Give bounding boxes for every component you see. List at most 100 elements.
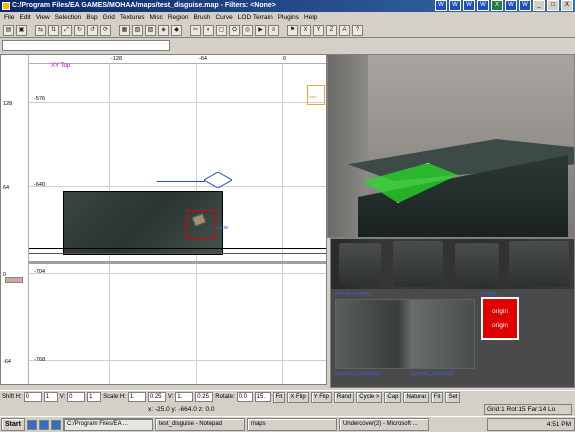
select-complete-icon[interactable]: ▦ (119, 24, 130, 36)
y-icon[interactable]: Y (313, 24, 324, 36)
office-app-icon[interactable]: W (477, 0, 489, 11)
model-entity[interactable] (187, 210, 215, 240)
brush-a-icon[interactable]: A (339, 24, 350, 36)
rotate-y-icon[interactable]: ↺ (87, 24, 98, 36)
rotate-z-icon[interactable]: ⟳ (100, 24, 111, 36)
clock[interactable]: 4:51 PM (547, 421, 571, 428)
start-button[interactable]: Start (1, 418, 25, 431)
filter-input[interactable] (2, 40, 170, 51)
csg-merge-icon[interactable]: ◆ (171, 24, 182, 36)
natural-button[interactable]: Natural (403, 391, 429, 403)
scale-v-input[interactable]: 1. (175, 392, 194, 402)
ruler-tick: -64 (3, 359, 11, 365)
rand-button[interactable]: Rand (333, 391, 355, 403)
menu-plugins[interactable]: Plugins (278, 12, 299, 23)
flip-z-icon[interactable]: ⤢ (61, 24, 72, 36)
flip-x-icon[interactable]: ⇆ (35, 24, 46, 36)
fit-button[interactable]: Fit (272, 391, 286, 403)
menu-view[interactable]: View (36, 12, 50, 23)
task-radiant[interactable]: C:/Program Files/EA ... (62, 418, 153, 431)
office-app-icon[interactable]: W (449, 0, 461, 11)
texture-thumb[interactable] (393, 241, 443, 287)
y-flip-button[interactable]: Y Flip (310, 391, 332, 403)
rotate-step-input[interactable]: 15. (254, 392, 271, 402)
save-icon[interactable]: ▣ (16, 24, 27, 36)
select-inside-icon[interactable]: ▨ (145, 24, 156, 36)
view-splitter[interactable] (29, 261, 326, 264)
scale-v-step-input[interactable]: 0.25 (195, 392, 214, 402)
model-entity-icon (191, 213, 207, 227)
task-maps[interactable]: maps (246, 418, 337, 431)
desktop-icon[interactable] (50, 419, 61, 430)
texture-row (331, 239, 574, 289)
menu-textures[interactable]: Textures (120, 12, 145, 23)
view-change-icon[interactable]: ◐ (203, 24, 214, 36)
office-app-icon[interactable]: W (519, 0, 531, 11)
y-value: -664.0 (178, 406, 197, 413)
light-entity[interactable]: light (307, 85, 325, 105)
help-icon[interactable]: ? (352, 24, 363, 36)
flip-y-icon[interactable]: ⇅ (48, 24, 59, 36)
scale-h-step-input[interactable]: 0.25 (147, 392, 166, 402)
outlook-icon[interactable] (38, 419, 49, 430)
minimize-icon[interactable]: _ (533, 0, 545, 11)
office-app-icon[interactable]: W (505, 0, 517, 11)
filter-icon[interactable]: ⚑ (287, 24, 298, 36)
rotate-input[interactable]: 0.0 (236, 392, 253, 402)
open-icon[interactable]: ▤ (3, 24, 14, 36)
texture-thumb[interactable] (455, 243, 499, 285)
texture-browser[interactable]: (officer_uniform) (origin) origin origin… (330, 238, 575, 388)
texture-thumb[interactable] (339, 243, 381, 285)
menu-file[interactable]: File (4, 12, 14, 23)
shift-h-input[interactable]: 0 (23, 392, 42, 402)
entity-icon[interactable]: ▶ (255, 24, 266, 36)
cap-button[interactable]: Cap (384, 391, 402, 403)
x-flip-button[interactable]: X Flip (287, 391, 309, 403)
maximize-icon[interactable]: □ (547, 0, 559, 11)
menu-curve[interactable]: Curve (215, 12, 232, 23)
menu-help[interactable]: Help (304, 12, 317, 23)
menu-lod-terrain[interactable]: LOD Terrain (238, 12, 273, 23)
patch-icon[interactable]: ≡ (268, 24, 279, 36)
office-app-icon[interactable]: X (491, 0, 503, 11)
shift-v-input[interactable]: 0 (67, 392, 86, 402)
select-touching-icon[interactable]: ▧ (132, 24, 143, 36)
csg-subtract-icon[interactable]: ◈ (158, 24, 169, 36)
rotate-x-icon[interactable]: ↻ (74, 24, 85, 36)
office-app-icon[interactable]: W (463, 0, 475, 11)
task-notepad[interactable]: test_disguise - Notepad (154, 418, 245, 431)
set-button[interactable]: Set (445, 391, 461, 403)
xy-view[interactable]: 128 64 0 -64 -128 -64 0 -576 -640 -704 -… (0, 54, 327, 385)
diamond-icon[interactable] (204, 172, 232, 188)
officer-uniform-texture[interactable] (335, 299, 475, 369)
menu-grid[interactable]: Grid (103, 12, 115, 23)
close-icon[interactable]: X (561, 0, 573, 11)
menu-selection[interactable]: Selection (55, 12, 82, 23)
menu-misc[interactable]: Misc (149, 12, 162, 23)
task-word[interactable]: Undercover(2) - Microsoft ... (338, 418, 429, 431)
menu-edit[interactable]: Edit (19, 12, 30, 23)
x-value: -25.0 (154, 406, 170, 413)
fit-patch-button[interactable]: Fit (430, 391, 444, 403)
texture-thumb[interactable] (509, 241, 569, 287)
cycle-button[interactable]: Cycle > (356, 391, 383, 403)
ie-icon[interactable] (26, 419, 37, 430)
z-icon[interactable]: Z (326, 24, 337, 36)
menu-bsp[interactable]: Bsp (86, 12, 97, 23)
origin-texture[interactable]: origin origin (481, 297, 519, 340)
texture-lock-icon[interactable]: ⛭ (229, 24, 240, 36)
scale-h-input[interactable]: 1. (127, 392, 146, 402)
shift-h-label: Shift H: (2, 394, 22, 400)
shift-v-step-input[interactable]: 1 (87, 392, 102, 402)
filter-bar (0, 38, 575, 54)
camera-icon[interactable]: ◎ (242, 24, 253, 36)
menu-brush[interactable]: Brush (193, 12, 210, 23)
camera-view[interactable] (327, 54, 575, 238)
office-app-icon[interactable]: W (435, 0, 447, 11)
cube-clip-icon[interactable]: ▢ (216, 24, 227, 36)
x-icon[interactable]: X (300, 24, 311, 36)
menu-region[interactable]: Region (168, 12, 189, 23)
ruler-tick: 128 (3, 101, 13, 107)
clipper-icon[interactable]: ✂ (190, 24, 201, 36)
shift-h-step-input[interactable]: 1 (43, 392, 58, 402)
